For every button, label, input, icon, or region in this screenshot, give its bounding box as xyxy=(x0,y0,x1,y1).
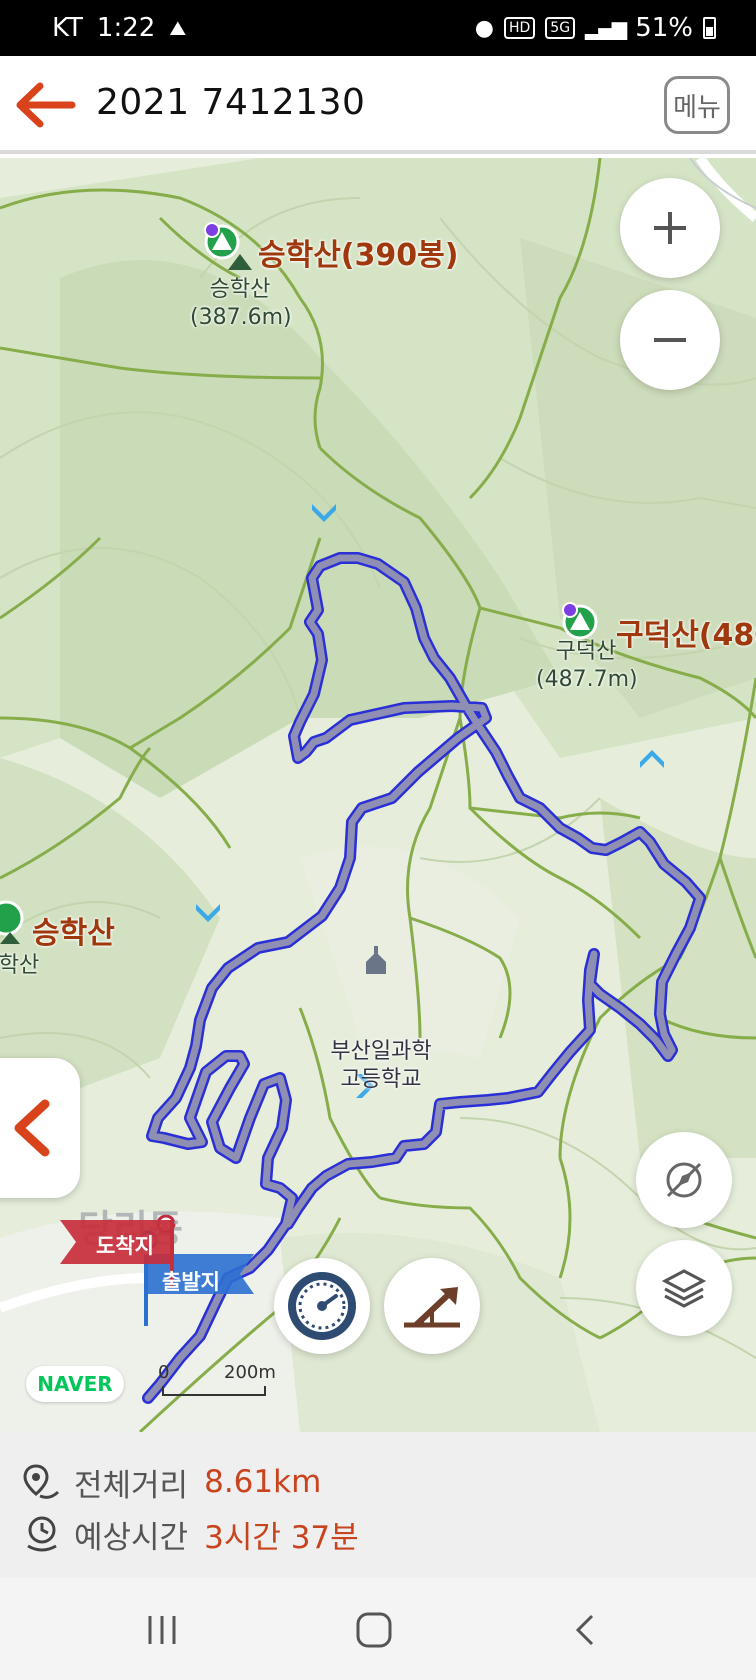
home-icon xyxy=(356,1612,392,1648)
scale-bar xyxy=(162,1386,266,1396)
peak-name: 구덕산 xyxy=(555,639,617,664)
distance-row: 전체거리 8.61km xyxy=(22,1458,321,1506)
place-name-line1: 부산일과학 xyxy=(330,1039,432,1064)
peak-elevation: (387.6m) xyxy=(190,305,292,330)
network-badge: 5G xyxy=(545,17,576,39)
peak-name: 승학산 xyxy=(209,277,271,302)
place-name-line2: 고등학교 xyxy=(340,1067,422,1092)
speedometer-icon xyxy=(288,1272,356,1340)
hd-badge: HD xyxy=(503,17,536,39)
recent-apps-icon xyxy=(148,1616,176,1644)
peak-marker-icon xyxy=(0,900,24,944)
side-panel-toggle[interactable] xyxy=(0,1058,80,1198)
time-row: 예상시간 3시간 37분 xyxy=(22,1510,359,1558)
minus-icon xyxy=(654,338,686,342)
naver-logo: NAVER xyxy=(26,1366,124,1402)
compass-toggle-button[interactable] xyxy=(636,1132,732,1228)
signal-icon: ▂▄▆ xyxy=(585,16,627,40)
time-value: 3시간 37분 xyxy=(204,1519,359,1556)
elevation-profile-button[interactable] xyxy=(384,1258,480,1354)
home-button[interactable] xyxy=(344,1600,404,1660)
battery-percent: 51% xyxy=(635,13,693,43)
location-icon: ● xyxy=(474,15,494,41)
speedometer-button[interactable] xyxy=(274,1258,370,1354)
plus-icon xyxy=(654,212,686,244)
carrier-label: KT xyxy=(52,13,83,43)
scale-zero-label: 0 xyxy=(158,1362,170,1383)
status-bar: KT 1:22 ⛰ ● HD 5G ▂▄▆ 51% xyxy=(0,0,756,56)
peak-marker-icon xyxy=(204,222,252,270)
scale-distance-label: 200m xyxy=(224,1362,276,1383)
compass-off-icon xyxy=(666,1162,702,1198)
map-view[interactable]: 승학산(390봉) 승학산 (387.6m) 구덕산(480 구덕산 (487.… xyxy=(0,158,756,1432)
back-icon xyxy=(575,1614,594,1646)
clock: 1:22 xyxy=(96,13,156,43)
distance-pin-icon xyxy=(23,1464,60,1499)
battery-icon xyxy=(703,17,716,39)
chevron-left-icon xyxy=(14,1099,50,1157)
elevation-icon xyxy=(404,1287,460,1328)
page-title: 2021 7412130 xyxy=(96,82,366,123)
map-layers-button[interactable] xyxy=(636,1240,732,1336)
zoom-out-button[interactable] xyxy=(620,290,720,390)
back-arrow-icon[interactable] xyxy=(16,80,76,130)
route-info-panel: 전체거리 8.61km 예상시간 3시간 37분 xyxy=(0,1432,756,1578)
app-header: 2021 7412130 메뉴 xyxy=(0,56,756,154)
distance-value: 8.61km xyxy=(204,1464,322,1500)
zoom-in-button[interactable] xyxy=(620,178,720,278)
map-scale: 0 200m xyxy=(158,1362,278,1402)
peak-sublabel-seunghak-west: 학산 xyxy=(0,953,40,978)
peak-marker-icon xyxy=(562,602,598,640)
peak-sublabel-seunghak: 승학산 (387.6m) xyxy=(190,276,292,332)
layers-icon xyxy=(661,1269,707,1308)
school-label: 부산일과학 고등학교 xyxy=(316,1038,446,1094)
school-marker-icon xyxy=(366,946,386,974)
clock-icon xyxy=(27,1516,57,1552)
back-button[interactable] xyxy=(556,1600,616,1660)
departure-flag-label: 출발지 xyxy=(162,1270,220,1294)
menu-button[interactable]: 메뉴 xyxy=(664,76,730,134)
peak-label-gudeok: 구덕산(480 xyxy=(616,618,756,653)
distance-label: 전체거리 xyxy=(74,1467,189,1504)
arrival-departure-flags xyxy=(60,1220,254,1326)
peak-elevation: (487.7m) xyxy=(536,667,638,692)
hiking-app-icon: ⛰ xyxy=(169,16,187,40)
peak-sublabel-gudeok: 구덕산 (487.7m) xyxy=(536,638,638,694)
arrival-flag-label: 도착지 xyxy=(96,1234,154,1258)
peak-label-seunghak-west: 승학산 xyxy=(32,916,115,951)
time-label: 예상시간 xyxy=(74,1519,189,1556)
system-nav-bar xyxy=(0,1578,756,1680)
recent-apps-button[interactable] xyxy=(132,1600,192,1660)
peak-label-seunghak-390: 승학산(390봉) xyxy=(258,238,459,273)
